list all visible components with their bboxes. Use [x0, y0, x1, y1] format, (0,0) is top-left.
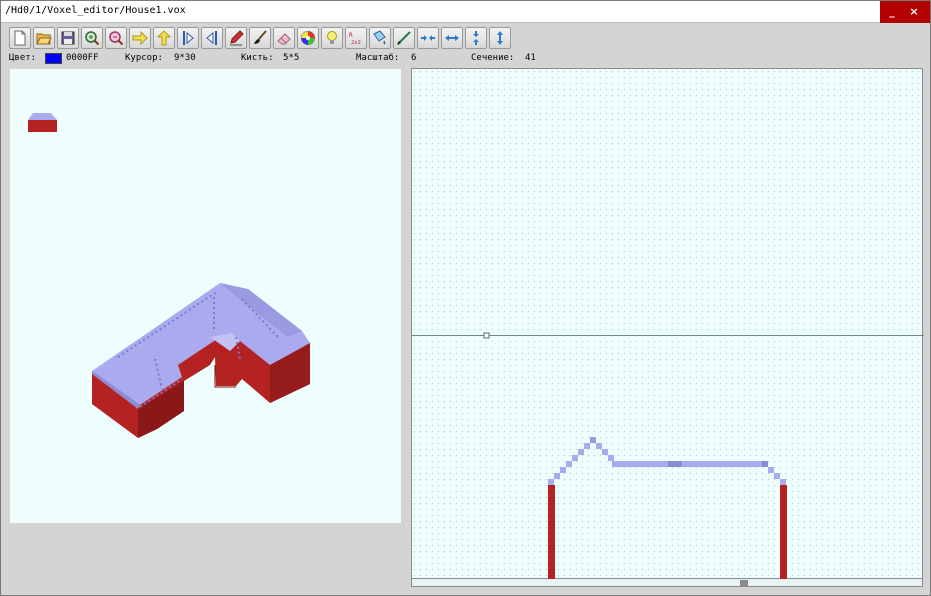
svg-text:2x2: 2x2	[351, 40, 361, 46]
isometric-preview-panel[interactable]	[10, 69, 401, 523]
brush-value: 5*5	[283, 53, 300, 63]
fill-button[interactable]	[369, 27, 391, 49]
expand-horizontal-icon	[445, 35, 459, 41]
color-value: 0000FF	[66, 53, 99, 63]
floppy-save-icon	[61, 31, 75, 45]
section-label: Сечение:	[471, 53, 515, 63]
window-title: /Hd0/1/Voxel_editor/House1.vox	[5, 5, 186, 16]
scale-label: Масштаб:	[356, 53, 400, 63]
mirror-left-button[interactable]	[177, 27, 199, 49]
minimize-button[interactable]: _	[885, 5, 899, 19]
compress-vertical-button[interactable]	[465, 27, 487, 49]
color-palette-button[interactable]	[297, 27, 319, 49]
horizontal-scrollbar[interactable]	[411, 579, 923, 587]
light-bulb-icon	[327, 31, 337, 44]
scale-2x2-icon: R2x2	[349, 32, 361, 46]
color-palette-icon	[301, 31, 315, 45]
draw-line-icon	[397, 31, 411, 45]
zoom-in-button[interactable]	[81, 27, 103, 49]
new-file-icon	[14, 30, 26, 46]
brush-icon	[254, 30, 267, 44]
section-handle[interactable]	[483, 332, 490, 339]
arrow-right-icon	[132, 30, 148, 46]
pencil-icon	[230, 30, 244, 46]
compress-vertical-icon	[473, 31, 479, 45]
brush-button[interactable]	[249, 27, 271, 49]
compress-horizontal-button[interactable]	[417, 27, 439, 49]
expand-vertical-button[interactable]	[489, 27, 511, 49]
title-bar[interactable]: /Hd0/1/Voxel_editor/House1.vox _ ×	[1, 1, 930, 23]
mirror-left-icon	[183, 31, 194, 45]
voxel-editor-window: /Hd0/1/Voxel_editor/House1.vox _ × R 2x2…	[0, 0, 931, 596]
section-value: 41	[525, 53, 536, 63]
mirror-right-icon	[206, 31, 217, 45]
color-swatch[interactable]	[45, 53, 62, 64]
thumbnail-model	[28, 113, 57, 132]
expand-vertical-icon	[497, 31, 503, 45]
expand-horizontal-button[interactable]	[441, 27, 463, 49]
compress-horizontal-icon	[421, 35, 435, 41]
house-model	[92, 283, 310, 438]
zoom-in-icon	[85, 31, 100, 46]
toolbar: R 2x2	[9, 27, 511, 51]
new-file-button[interactable]	[9, 27, 31, 49]
eraser-icon	[277, 33, 291, 45]
scale-value: 6	[411, 53, 417, 63]
svg-text:R: R	[349, 32, 353, 39]
brush-label: Кисть:	[241, 53, 274, 63]
pencil-button[interactable]	[225, 27, 247, 49]
left-wall-voxels	[548, 485, 555, 580]
zoom-out-button[interactable]	[105, 27, 127, 49]
light-button[interactable]	[321, 27, 343, 49]
scrollbar-thumb[interactable]	[740, 580, 748, 586]
arrow-right-button[interactable]	[129, 27, 151, 49]
arrow-up-icon	[156, 30, 172, 46]
section-grid-editor[interactable]	[411, 68, 924, 580]
save-file-button[interactable]	[57, 27, 79, 49]
right-wall-voxels	[780, 485, 787, 580]
open-file-button[interactable]	[33, 27, 55, 49]
mirror-right-button[interactable]	[201, 27, 223, 49]
folder-open-icon	[36, 33, 52, 45]
fill-bucket-icon	[373, 30, 386, 45]
zoom-out-icon	[109, 31, 124, 46]
cursor-value: 9*30	[174, 53, 196, 63]
window-controls: _ ×	[880, 1, 930, 23]
arrow-up-button[interactable]	[153, 27, 175, 49]
close-button[interactable]: ×	[907, 5, 921, 19]
eraser-button[interactable]	[273, 27, 295, 49]
color-label: Цвет:	[9, 53, 37, 63]
cursor-label: Курсор:	[125, 53, 163, 63]
draw-line-button[interactable]	[393, 27, 415, 49]
scale-2x2-button[interactable]: R 2x2	[345, 27, 367, 49]
